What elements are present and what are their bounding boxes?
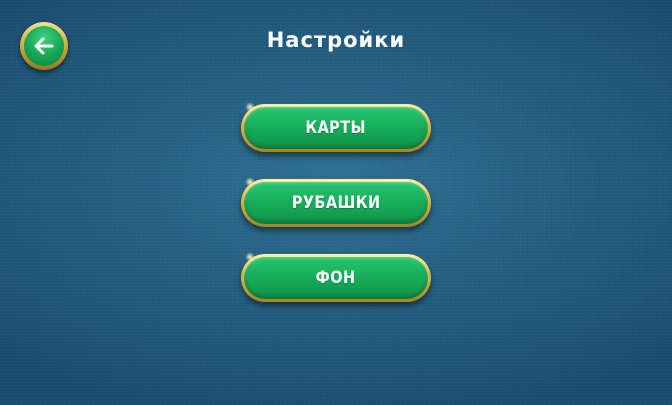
background-button[interactable]: ФОН: [241, 252, 431, 302]
cards-button-label: КАРТЫ: [305, 118, 367, 138]
card-backs-button[interactable]: РУБАШКИ: [241, 177, 431, 227]
page-title: Настройки: [266, 28, 406, 52]
cards-button-face: КАРТЫ: [244, 107, 428, 149]
background-button-face: ФОН: [244, 257, 428, 299]
card-backs-button-label: РУБАШКИ: [291, 193, 381, 213]
background-button-label: ФОН: [315, 268, 356, 288]
cards-button[interactable]: КАРТЫ: [241, 102, 431, 152]
card-backs-button-face: РУБАШКИ: [244, 182, 428, 224]
